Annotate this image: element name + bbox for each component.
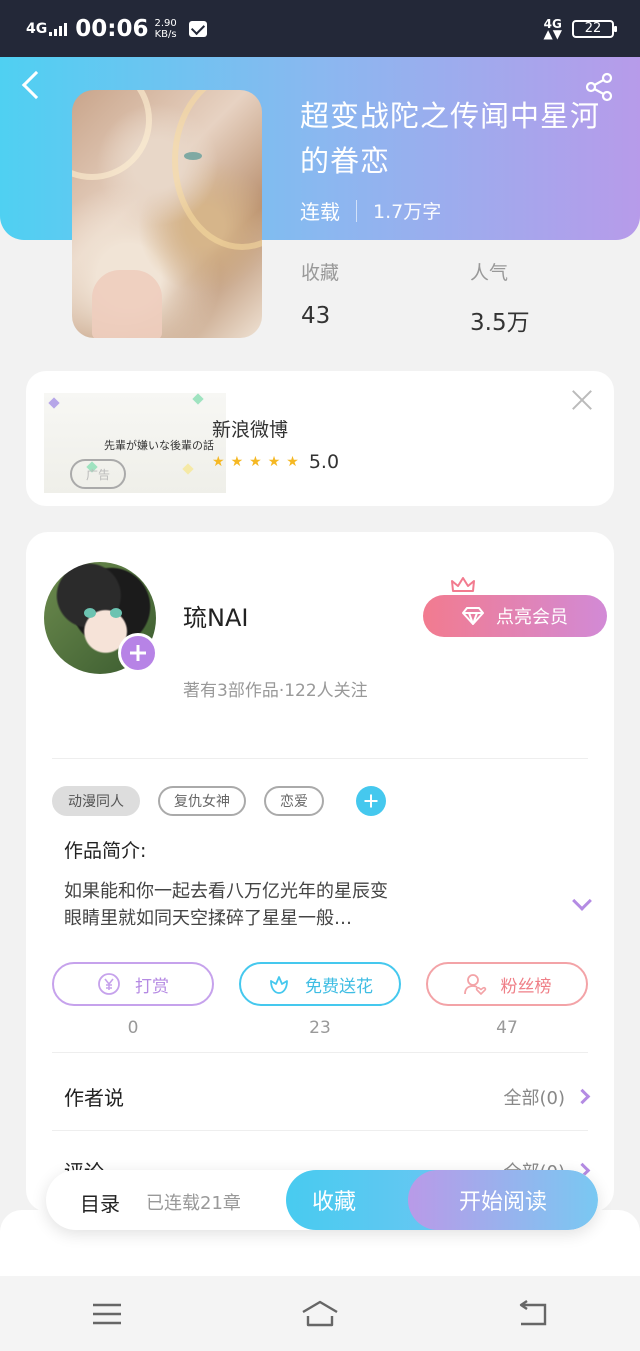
network-right-label: 4G <box>543 16 562 31</box>
system-nav-bar <box>0 1276 640 1351</box>
chevron-down-icon[interactable] <box>572 891 592 911</box>
divider <box>52 758 588 759</box>
notification-icon <box>188 20 207 37</box>
reading-action-bar: 目录 已连载21章 收藏 开始阅读 <box>46 1170 598 1230</box>
book-meta: 连载 1.7万字 <box>300 196 441 225</box>
avatar-eye <box>84 608 96 618</box>
star-icon: ★ <box>230 454 244 470</box>
chapter-count: 已连载21章 <box>146 1193 241 1214</box>
toc-button[interactable]: 目录 <box>80 1188 120 1217</box>
signal-icon <box>49 22 68 36</box>
fan-ranking-label: 粉丝榜 <box>500 976 552 997</box>
action-buttons: 打赏 0 免费送花 23 粉丝榜 47 <box>52 962 588 1038</box>
flower-count: 23 <box>309 1018 331 1038</box>
tag-item[interactable]: 恋爱 <box>264 786 324 816</box>
diamond-icon <box>462 607 484 625</box>
intro-line: 如果能和你一起去看八万亿光年的星辰变 <box>64 881 388 902</box>
author-says-link[interactable]: 全部(0) <box>504 1084 566 1110</box>
ad-rating-score: 5.0 <box>308 451 340 473</box>
star-icon: ★ <box>286 454 299 470</box>
home-icon[interactable] <box>300 1299 340 1329</box>
add-tag-button[interactable] <box>356 786 386 816</box>
avatar-eye <box>110 608 122 618</box>
status-bar: 4G 00:06 2.90 KB/s 4G ▲▼ 22 <box>0 0 640 57</box>
meta-divider <box>356 199 357 222</box>
decor-shape <box>182 463 194 475</box>
cover-art-eye <box>184 152 202 160</box>
intro-text[interactable]: 如果能和你一起去看八万亿光年的星辰变 眼睛里就如同天空揉碎了星星一般… <box>64 878 494 932</box>
vip-label: 点亮会员 <box>496 607 568 628</box>
divider <box>52 1130 588 1131</box>
network-type: 4G <box>26 20 48 37</box>
vip-button[interactable]: 点亮会员 <box>423 595 607 637</box>
divider <box>52 1052 588 1053</box>
star-icon: ★ <box>212 454 225 470</box>
close-icon[interactable] <box>570 387 594 411</box>
send-flower-button[interactable]: 免费送花 <box>239 962 401 1006</box>
ad-image-text: 先輩が嫌いな後輩の話 <box>104 439 214 452</box>
reward-action: 打赏 0 <box>52 962 214 1038</box>
menu-icon[interactable] <box>87 1299 127 1329</box>
favorites-stat: 收藏 43 <box>301 258 339 329</box>
ad-thumbnail[interactable]: 先輩が嫌いな後輩の話 广告 <box>44 393 226 493</box>
decor-shape <box>48 397 60 409</box>
ad-rating: ★ ★ ★ ★ ★ 5.0 <box>212 451 339 473</box>
word-count: 1.7万字 <box>373 201 442 223</box>
speed-unit: KB/s <box>154 28 177 40</box>
cover-art-hand <box>92 270 162 338</box>
popularity-value: 3.5万 <box>470 310 530 336</box>
star-icon: ★ <box>249 454 262 470</box>
intro-line: 眼睛里就如同天空揉碎了星星一般… <box>64 908 352 929</box>
cover-art-hair <box>72 90 152 180</box>
book-cover-image[interactable] <box>72 90 262 338</box>
follow-plus-icon[interactable] <box>118 633 158 673</box>
ad-badge: 广告 <box>70 459 127 489</box>
intro-label: 作品简介: <box>64 840 147 862</box>
crown-icon <box>451 577 475 592</box>
flower-action: 免费送花 23 <box>239 962 401 1038</box>
reward-button[interactable]: 打赏 <box>52 962 214 1006</box>
ad-app-name: 新浪微博 <box>212 419 289 441</box>
tag-item[interactable]: 复仇女神 <box>158 786 246 816</box>
battery-icon: 22 <box>572 19 617 38</box>
tag-item[interactable]: 动漫同人 <box>52 786 140 816</box>
user-heart-icon <box>463 974 486 996</box>
author-name[interactable]: 琉NAI <box>183 598 248 633</box>
author-says-row[interactable]: 作者说 全部(0) <box>64 1082 591 1111</box>
speed-value: 2.90 <box>154 17 177 29</box>
fan-count: 47 <box>496 1018 518 1038</box>
author-says-label: 作者说 <box>64 1086 124 1110</box>
popularity-stat: 人气 3.5万 <box>470 258 530 337</box>
yen-coin-icon <box>98 973 120 995</box>
reward-label: 打赏 <box>135 976 169 997</box>
favorites-value: 43 <box>301 303 331 329</box>
network-type-right: 4G ▲▼ <box>543 16 562 41</box>
network-speed: 2.90 KB/s <box>154 18 176 40</box>
tag-list: 动漫同人 复仇女神 恋爱 <box>52 786 386 816</box>
cover-art-hair <box>172 90 262 250</box>
chevron-right-icon <box>574 1088 591 1105</box>
reward-count: 0 <box>127 1018 139 1038</box>
favorites-label: 收藏 <box>301 262 340 284</box>
popularity-label: 人气 <box>470 262 509 284</box>
fans-action: 粉丝榜 47 <box>426 962 588 1038</box>
flower-icon <box>270 976 288 994</box>
clock: 00:06 <box>75 15 149 42</box>
book-status: 连载 <box>300 200 340 224</box>
author-card: 琉NAI 著有3部作品·122人关注 点亮会员 动漫同人 复仇女神 恋爱 作品简… <box>26 532 614 1212</box>
ad-banner[interactable]: 先輩が嫌いな後輩の話 广告 新浪微博 ★ ★ ★ ★ ★ 5.0 <box>26 371 614 506</box>
decor-shape <box>192 393 204 405</box>
fan-ranking-button[interactable]: 粉丝榜 <box>426 962 588 1006</box>
book-title: 超变战陀之传闻中星河的眷恋 <box>300 99 601 178</box>
send-flower-label: 免费送花 <box>305 976 373 997</box>
back-nav-icon[interactable] <box>513 1299 553 1329</box>
star-icon: ★ <box>267 454 281 470</box>
author-info: 著有3部作品·122人关注 <box>183 681 368 701</box>
start-reading-button[interactable]: 开始阅读 <box>408 1170 598 1230</box>
